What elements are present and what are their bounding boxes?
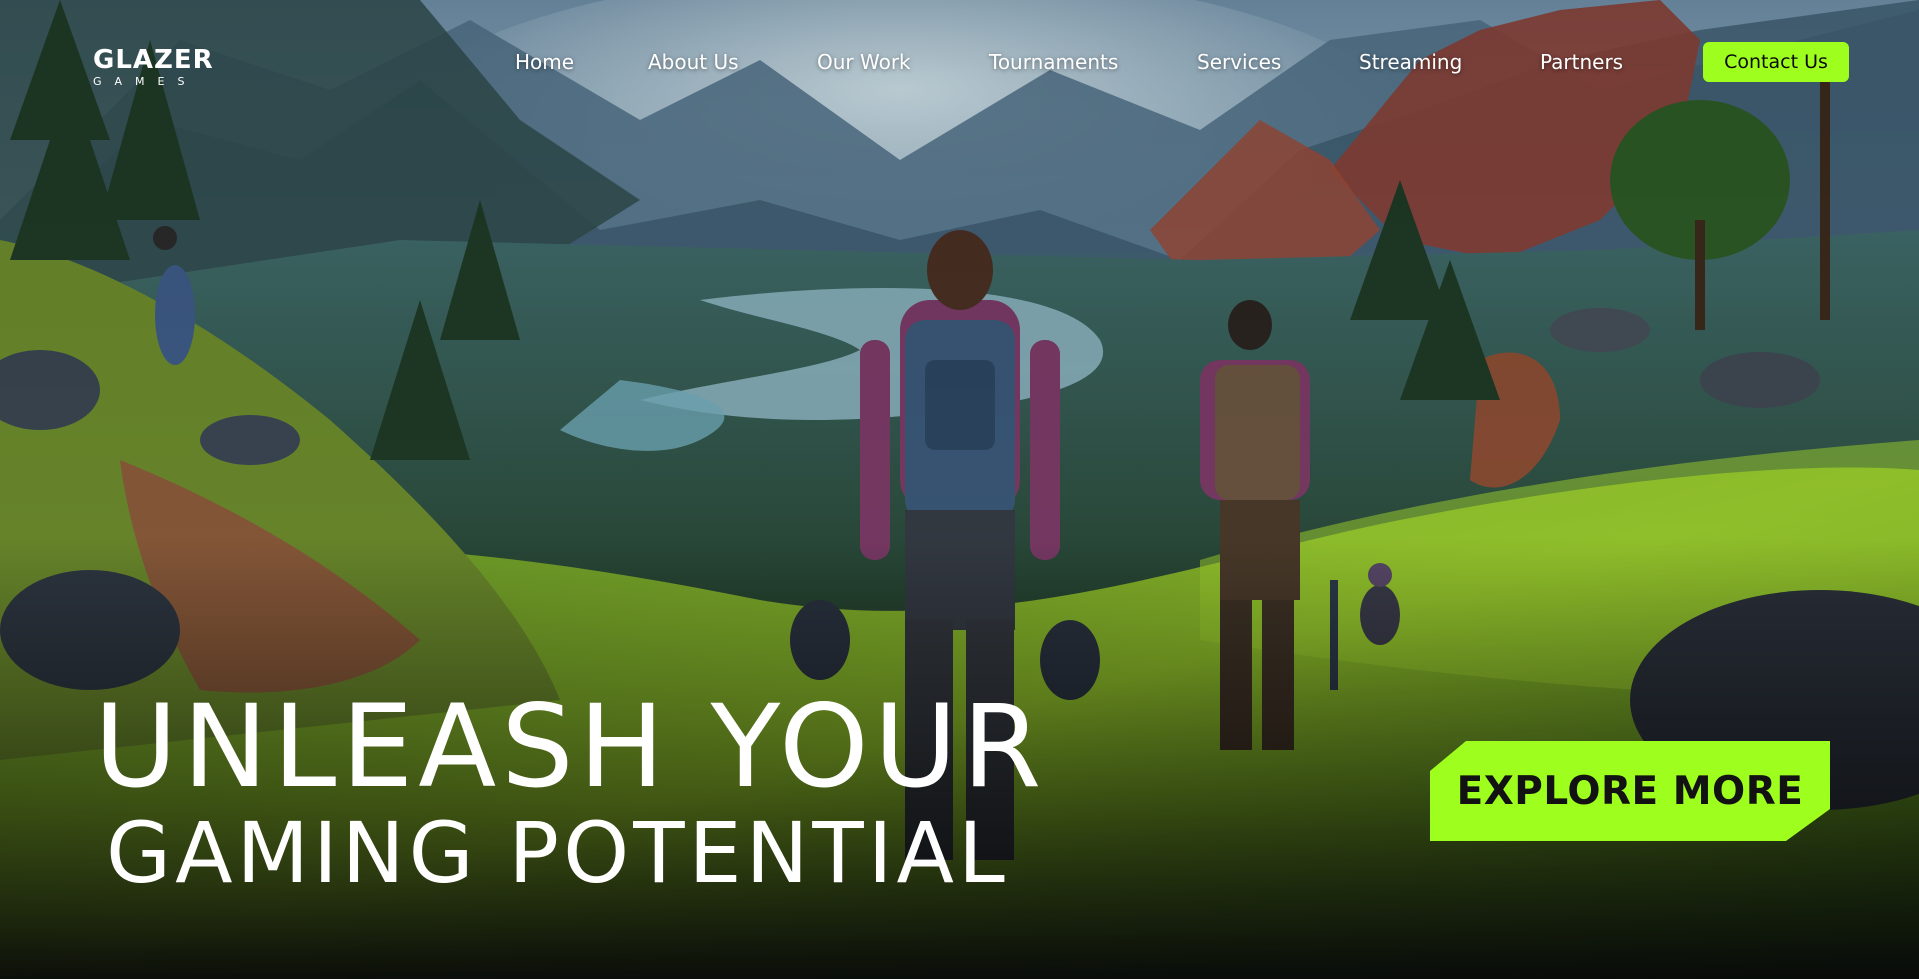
headline-line-1: UNLEASH YOUR xyxy=(94,680,1047,813)
brand-name: GLAZER xyxy=(93,45,214,75)
nav-link-home[interactable]: Home xyxy=(515,48,574,76)
brand-logo[interactable]: GLAZER GAMES xyxy=(93,46,223,90)
top-navigation: GLAZER GAMES Home About Us Our Work Tour… xyxy=(0,0,1919,124)
explore-more-button[interactable]: EXPLORE MORE xyxy=(1430,741,1830,841)
brand-tagline: GAMES xyxy=(93,75,198,88)
nav-link-our-work[interactable]: Our Work xyxy=(817,48,911,76)
nav-link-services[interactable]: Services xyxy=(1197,48,1281,76)
nav-link-partners[interactable]: Partners xyxy=(1540,48,1623,76)
nav-link-tournaments[interactable]: Tournaments xyxy=(989,48,1118,76)
contact-us-button[interactable]: Contact Us xyxy=(1703,42,1849,82)
headline-line-2: GAMING POTENTIAL xyxy=(106,804,1009,902)
nav-link-streaming[interactable]: Streaming xyxy=(1359,48,1462,76)
nav-link-about-us[interactable]: About Us xyxy=(648,48,739,76)
hero-section: GLAZER GAMES Home About Us Our Work Tour… xyxy=(0,0,1919,979)
